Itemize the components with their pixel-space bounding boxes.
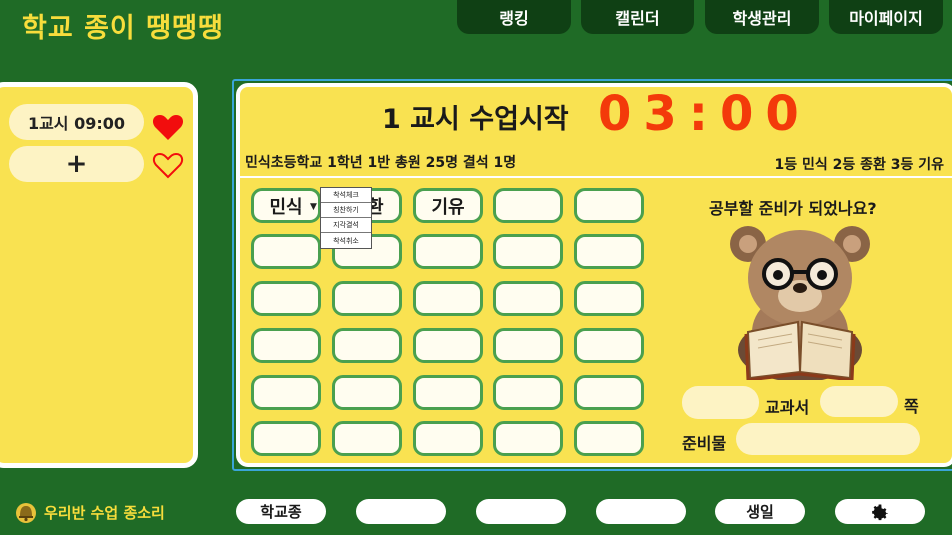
ready-question: 공부할 준비가 되었나요? — [709, 199, 877, 218]
supplies-input[interactable] — [736, 423, 920, 455]
ranking-info: 1등 민식 2등 종환 3등 기유 — [774, 157, 944, 173]
student-seat[interactable] — [251, 421, 321, 456]
supplies-label: 준비물 — [682, 434, 727, 453]
birthday-button[interactable]: 생일 — [715, 499, 805, 524]
student-seat[interactable] — [574, 281, 644, 316]
heart-filled-icon[interactable] — [152, 112, 184, 142]
textbook-input[interactable] — [682, 386, 759, 419]
student-seat[interactable] — [413, 234, 483, 269]
period-time-pill[interactable]: 1교시 09:00 — [9, 104, 144, 140]
student-seat[interactable] — [574, 188, 644, 223]
school-bell-button[interactable]: 학교종 — [236, 499, 326, 524]
student-seat[interactable] — [332, 421, 402, 456]
student-seat[interactable] — [493, 328, 563, 363]
class-info: 민식초등학교 1학년 1반 총원 25명 결석 1명 — [245, 155, 517, 171]
school-bell-icon — [16, 503, 36, 523]
bear-reading-illustration — [730, 226, 870, 380]
menu-item-check-seat[interactable]: 착석체크 — [321, 188, 371, 203]
student-seat[interactable] — [493, 234, 563, 269]
app-title: 학교 종이 땡땡땡 — [22, 13, 224, 44]
student-seat[interactable] — [574, 375, 644, 410]
heart-outline-icon[interactable] — [152, 150, 184, 180]
student-seat[interactable] — [251, 328, 321, 363]
student-seat[interactable] — [332, 375, 402, 410]
student-seat[interactable] — [493, 421, 563, 456]
student-seat[interactable]: 기유 — [413, 188, 483, 223]
student-seat[interactable] — [413, 421, 483, 456]
menu-item-praise[interactable]: 칭찬하기 — [321, 203, 371, 218]
student-seat[interactable] — [413, 328, 483, 363]
student-seat[interactable] — [574, 421, 644, 456]
student-seat[interactable] — [332, 281, 402, 316]
student-seat[interactable] — [574, 234, 644, 269]
class-start-title: 1 교시 수업시작 — [382, 104, 569, 135]
menu-item-late-absent[interactable]: 지각결석 — [321, 218, 371, 233]
blank-button-2[interactable] — [476, 499, 566, 524]
footer-logo-text: 우리반 수업 종소리 — [44, 503, 165, 522]
student-seat[interactable] — [251, 234, 321, 269]
settings-button[interactable] — [835, 499, 925, 524]
page-label: 쪽 — [904, 397, 919, 416]
blank-button-3[interactable] — [596, 499, 686, 524]
nav-ranking[interactable]: 랭킹 — [457, 0, 571, 34]
footer-logo: 우리반 수업 종소리 — [14, 500, 165, 524]
student-seat[interactable] — [251, 375, 321, 410]
nav-mypage[interactable]: 마이페이지 — [829, 0, 943, 34]
student-seat[interactable] — [332, 328, 402, 363]
textbook-label: 교과서 — [765, 398, 810, 417]
student-seat[interactable] — [413, 375, 483, 410]
page-input[interactable] — [820, 386, 898, 417]
seat-context-menu: 착석체크 칭찬하기 지각결석 착석취소 — [320, 187, 372, 249]
caret-down-icon: ▼ — [310, 202, 317, 212]
nav-student-management[interactable]: 학생관리 — [705, 0, 819, 34]
add-period-button[interactable]: + — [9, 146, 144, 182]
nav-calendar[interactable]: 캘린더 — [581, 0, 694, 34]
student-seat[interactable] — [251, 281, 321, 316]
blank-button-1[interactable] — [356, 499, 446, 524]
student-seat[interactable] — [574, 328, 644, 363]
student-seat[interactable] — [413, 281, 483, 316]
menu-item-cancel-seat[interactable]: 착석취소 — [321, 233, 371, 248]
student-seat[interactable] — [493, 281, 563, 316]
student-seat[interactable] — [493, 375, 563, 410]
gear-icon — [872, 504, 888, 520]
countdown-timer: 03:00 — [598, 86, 811, 142]
divider — [240, 176, 952, 178]
student-seat[interactable] — [493, 188, 563, 223]
